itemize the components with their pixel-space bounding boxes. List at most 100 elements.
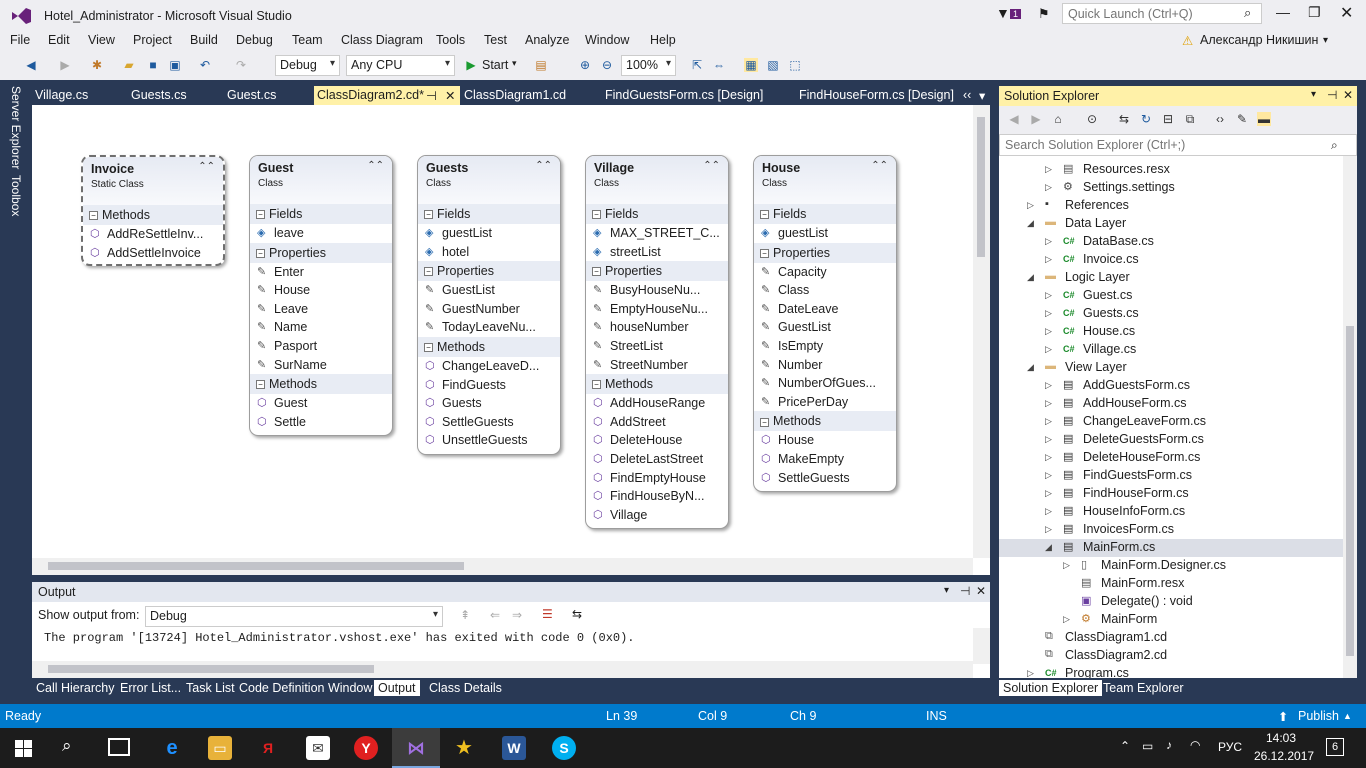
member-item[interactable]: ⬡ SettleGuests	[418, 413, 560, 432]
collapse-chevron-icon[interactable]: ⌃⌃	[703, 160, 720, 171]
tree-item[interactable]: ⧉ ClassDiagram2.cd	[999, 647, 1343, 665]
member-item[interactable]: ⬡ AddSettleInvoice	[83, 244, 223, 263]
menu-tools[interactable]: Tools	[436, 33, 465, 47]
class-shape-invoice[interactable]: Invoice Static Class ⌃⌃ − Methods ⬡ AddReSettl…	[81, 155, 225, 267]
filter-icon[interactable]: ▼	[996, 5, 1010, 21]
member-item[interactable]: ✎ TodayLeaveNu...	[418, 318, 560, 337]
tree-item[interactable]: ▷ ▤ AddHouseForm.cs	[999, 395, 1343, 413]
member-item[interactable]: ✎ Enter	[250, 263, 392, 282]
class-shape-guests[interactable]: Guests Class ⌃⌃ − Fields ◈ guestList ◈ hotel − Pro…	[417, 155, 561, 455]
mail-icon[interactable]: ✉	[306, 736, 330, 760]
open-folder-icon[interactable]: ▰	[122, 58, 136, 72]
tab-code-definition[interactable]: Code Definition Window	[235, 680, 376, 696]
output-source-select[interactable]: Debug	[145, 606, 443, 627]
word-icon[interactable]: W	[502, 736, 526, 760]
collapse-all-icon[interactable]: ⊟	[1161, 112, 1175, 126]
tree-item[interactable]: ▷ ▪ References	[999, 197, 1343, 215]
member-item[interactable]: ✎ StreetNumber	[586, 356, 728, 375]
expand-toggle-icon[interactable]: ▷	[1045, 398, 1052, 409]
close-tab-icon[interactable]: ✕	[445, 88, 455, 103]
quick-launch-input[interactable]	[1062, 3, 1262, 24]
expand-toggle-icon[interactable]: ◢	[1027, 362, 1034, 373]
tree-item[interactable]: ▷ C# Village.cs	[999, 341, 1343, 359]
yandex-icon[interactable]: Я	[256, 736, 280, 760]
expand-toggle-icon[interactable]: ▷	[1045, 236, 1052, 247]
expand-toggle-icon[interactable]: ▷	[1045, 308, 1052, 319]
member-item[interactable]: ✎ NumberOfGues...	[754, 374, 896, 393]
section-methods[interactable]: − Methods	[250, 374, 392, 395]
tree-item[interactable]: ▷ ▤ HouseInfoForm.cs	[999, 503, 1343, 521]
menu-view[interactable]: View	[88, 33, 115, 47]
tree-item[interactable]: ▷ C# Invoice.cs	[999, 251, 1343, 269]
zoom-select[interactable]: 100%	[621, 55, 676, 76]
collapse-box-icon[interactable]: −	[760, 417, 769, 427]
undo-icon[interactable]: ↶	[198, 58, 212, 72]
tree-item[interactable]: ▷ C# Program.cs	[999, 665, 1343, 678]
collapse-box-icon[interactable]: −	[89, 211, 98, 221]
close-panel-icon[interactable]: ✕	[1343, 88, 1353, 102]
zoom-in-icon[interactable]: ⊕	[578, 58, 592, 72]
member-item[interactable]: ✎ Pasport	[250, 337, 392, 356]
member-item[interactable]: ⬡ AddReSettleInv...	[83, 225, 223, 244]
collapse-box-icon[interactable]: −	[592, 210, 601, 220]
tree-item[interactable]: ▷ ▤ AddGuestsForm.cs	[999, 377, 1343, 395]
member-item[interactable]: ⬡ FindEmptyHouse	[586, 469, 728, 488]
member-item[interactable]: ✎ SurName	[250, 356, 392, 375]
tab-solution-explorer[interactable]: Solution Explorer	[999, 680, 1103, 696]
section-fields[interactable]: − Fields	[418, 204, 560, 224]
menu-team[interactable]: Team	[292, 33, 323, 47]
expand-toggle-icon[interactable]: ▷	[1027, 668, 1034, 678]
member-item[interactable]: ⬡ Guest	[250, 394, 392, 413]
collapse-box-icon[interactable]: −	[256, 248, 265, 258]
skype-icon[interactable]: S	[552, 736, 576, 760]
member-item[interactable]: ✎ Number	[754, 356, 896, 375]
member-item[interactable]: ✎ EmptyHouseNu...	[586, 300, 728, 319]
zoom-out-icon[interactable]: ⊖	[600, 58, 614, 72]
tab-guests-cs[interactable]: Guests.cs	[128, 86, 190, 105]
close-output-icon[interactable]: ✕	[976, 584, 986, 598]
action-center-icon[interactable]: 6	[1326, 738, 1344, 756]
menu-build[interactable]: Build	[190, 33, 218, 47]
task-view-icon[interactable]	[108, 738, 130, 756]
show-all-files-icon[interactable]: ⧉	[1183, 112, 1197, 126]
section-methods[interactable]: − Methods	[83, 205, 223, 225]
display-full-signature-icon[interactable]: ⬚	[788, 58, 802, 72]
back-icon[interactable]: ◀	[1007, 112, 1021, 126]
menu-edit[interactable]: Edit	[48, 33, 70, 47]
forward-icon[interactable]: ▶	[1029, 112, 1043, 126]
member-item[interactable]: ✎ GuestList	[418, 281, 560, 300]
class-shape-village[interactable]: Village Class ⌃⌃ − Fields ◈ MAX_STREET_C... ◈ st…	[585, 155, 729, 530]
expand-toggle-icon[interactable]: ▷	[1063, 614, 1070, 625]
section-fields[interactable]: − Fields	[754, 204, 896, 224]
file-explorer-icon[interactable]: ▭	[208, 736, 232, 760]
user-dropdown-icon[interactable]: ▾	[1323, 35, 1328, 46]
section-properties[interactable]: − Properties	[586, 261, 728, 282]
expand-toggle-icon[interactable]: ▷	[1027, 200, 1034, 211]
solution-config-select[interactable]: Debug	[275, 55, 340, 76]
expand-toggle-icon[interactable]: ▷	[1045, 488, 1052, 499]
pin-icon[interactable]: ⊣	[960, 584, 970, 598]
output-horizontal-scrollbar[interactable]	[32, 661, 973, 678]
windows-start-icon[interactable]	[15, 740, 32, 757]
collapse-box-icon[interactable]: −	[760, 248, 769, 258]
tree-item[interactable]: ▣ Delegate() : void	[999, 593, 1343, 611]
maximize-button[interactable]: ❐	[1308, 4, 1321, 21]
output-vertical-scrollbar[interactable]	[973, 628, 990, 664]
tree-item[interactable]: ▷ C# House.cs	[999, 323, 1343, 341]
tree-item[interactable]: ▷ C# Guest.cs	[999, 287, 1343, 305]
section-methods[interactable]: − Methods	[754, 411, 896, 432]
member-item[interactable]: ✎ StreetList	[586, 337, 728, 356]
tree-item[interactable]: ▷ C# Guests.cs	[999, 305, 1343, 323]
tree-item[interactable]: ◢ ▬ View Layer	[999, 359, 1343, 377]
properties-icon[interactable]: ✎	[1235, 112, 1249, 126]
user-name[interactable]: Александр Никишин	[1200, 33, 1318, 47]
tab-village-cs[interactable]: Village.cs	[32, 86, 91, 105]
member-item[interactable]: ⬡ Village	[586, 506, 728, 525]
expand-toggle-icon[interactable]: ▷	[1045, 524, 1052, 535]
prev-message-icon[interactable]: ⇐	[490, 608, 500, 622]
expand-toggle-icon[interactable]: ▷	[1045, 254, 1052, 265]
member-item[interactable]: ✎ Capacity	[754, 263, 896, 282]
member-item[interactable]: ⬡ AddStreet	[586, 413, 728, 432]
member-item[interactable]: ◈ MAX_STREET_C...	[586, 224, 728, 243]
server-explorer-tab[interactable]: Server Explorer	[9, 86, 23, 169]
